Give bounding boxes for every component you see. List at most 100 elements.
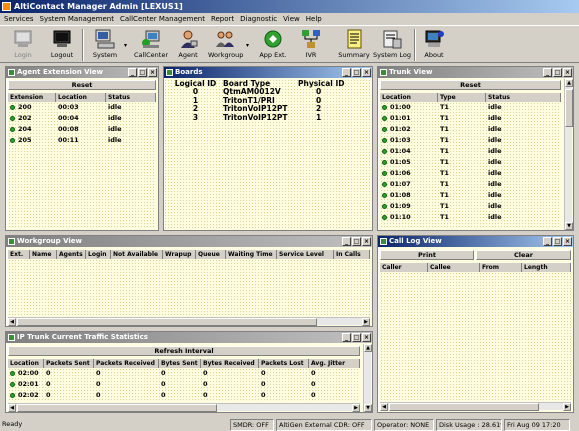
agent-button[interactable]: Agent (174, 27, 202, 63)
minimize-button[interactable]: _ (342, 237, 351, 246)
login-button[interactable]: Login (10, 27, 36, 63)
scroll-down-icon[interactable]: ▼ (364, 404, 372, 412)
system-log-button[interactable]: System Log (373, 27, 411, 63)
scroll-right-icon[interactable]: ▶ (563, 403, 571, 411)
scroll-up-icon[interactable]: ▲ (364, 344, 372, 352)
column-header-agents[interactable]: Agents (57, 250, 86, 259)
scroll-up-icon[interactable]: ▲ (565, 79, 573, 87)
column-header-login[interactable]: Login (86, 250, 111, 259)
close-button[interactable]: × (563, 68, 572, 77)
table-row[interactable]: 02:01 0 0 0 0 0 0 (8, 379, 360, 390)
trunk-reset-button[interactable]: Reset (380, 80, 561, 90)
column-header-packets-lost[interactable]: Packets Lost (259, 359, 309, 368)
table-row[interactable]: 01:08 T1 idle (380, 190, 561, 201)
system-dropdown-icon[interactable]: ▾ (124, 42, 127, 49)
menu-diagnostic[interactable]: Diagnostic (240, 14, 277, 25)
column-header-physical-id[interactable]: Physical ID (298, 79, 368, 88)
table-row[interactable]: 204 00:08 idle (8, 124, 156, 135)
minimize-button[interactable]: _ (342, 68, 351, 77)
column-header-type[interactable]: Type (438, 93, 486, 102)
minimize-button[interactable]: _ (342, 333, 351, 342)
menu-callcenter-management[interactable]: CallCenter Management (120, 14, 205, 25)
column-header-packets-received[interactable]: Packets Received (94, 359, 159, 368)
column-header-ext[interactable]: Ext. (8, 250, 30, 259)
scroll-left-icon[interactable]: ◀ (380, 403, 388, 411)
column-header-extension[interactable]: Extension (8, 93, 56, 102)
logout-button[interactable]: Logout (49, 27, 75, 63)
close-button[interactable]: × (362, 68, 371, 77)
app-ext-button[interactable]: App Ext. (258, 27, 288, 63)
menu-report[interactable]: Report (211, 14, 234, 25)
table-row[interactable]: 01:04 T1 idle (380, 146, 561, 157)
scroll-right-icon[interactable]: ▶ (362, 318, 370, 326)
table-row[interactable]: 01:02 T1 idle (380, 124, 561, 135)
workgroup-titlebar[interactable]: Workgroup View _ □ × (6, 236, 372, 247)
column-header-bytes-received[interactable]: Bytes Received (201, 359, 259, 368)
column-header-caller[interactable]: Caller (380, 263, 428, 272)
workgroup-horizontal-scrollbar[interactable]: ◀ ▶ (8, 317, 370, 326)
workgroup-button[interactable]: Workgroup (208, 27, 243, 63)
column-header-avg-jitter[interactable]: Avg. Jitter (309, 359, 360, 368)
scroll-right-icon[interactable]: ▶ (352, 404, 360, 412)
print-button[interactable]: Print (380, 250, 474, 260)
column-header-name[interactable]: Name (30, 250, 57, 259)
table-row[interactable]: 02:02 0 0 0 0 0 0 (8, 390, 360, 401)
column-header-status[interactable]: Status (486, 93, 561, 102)
trunk-vertical-scrollbar[interactable]: ▲ ▼ (564, 79, 573, 230)
column-header-wrapup[interactable]: Wrapup (163, 250, 196, 259)
scroll-thumb[interactable] (389, 403, 539, 411)
close-button[interactable]: × (563, 237, 572, 246)
minimize-button[interactable]: _ (128, 68, 137, 77)
table-row[interactable]: 01:09 T1 idle (380, 201, 561, 212)
workgroup-dropdown-icon[interactable]: ▾ (246, 42, 249, 49)
table-row[interactable]: 01:01 T1 idle (380, 113, 561, 124)
column-header-packets-sent[interactable]: Packets Sent (44, 359, 94, 368)
menu-system-management[interactable]: System Management (40, 14, 114, 25)
column-header-not-available[interactable]: Not Available (111, 250, 163, 259)
menu-services[interactable]: Services (4, 14, 34, 25)
agent-reset-button[interactable]: Reset (8, 80, 156, 90)
column-header-callee[interactable]: Callee (428, 263, 480, 272)
table-row[interactable]: 02:00 0 0 0 0 0 0 (8, 368, 360, 379)
column-header-bytes-sent[interactable]: Bytes Sent (159, 359, 201, 368)
menu-help[interactable]: Help (306, 14, 322, 25)
scroll-down-icon[interactable]: ▼ (565, 222, 573, 230)
ip-trunk-horizontal-scrollbar[interactable]: ◀ ▶ (8, 403, 360, 412)
column-header-waiting-time[interactable]: Waiting Time (226, 250, 277, 259)
column-header-service-level[interactable]: Service Level (277, 250, 334, 259)
table-row[interactable]: 202 00:04 idle (8, 113, 156, 124)
clear-button[interactable]: Clear (476, 250, 571, 260)
ivr-button[interactable]: IVR (298, 27, 324, 63)
call-log-titlebar[interactable]: Call Log View _ □ × (378, 236, 573, 247)
column-header-in-calls[interactable]: In Calls (334, 250, 370, 259)
column-header-location[interactable]: Location (8, 359, 44, 368)
maximize-button[interactable]: □ (352, 333, 361, 342)
table-row[interactable]: 01:00 T1 idle (380, 102, 561, 113)
table-row[interactable]: 01:06 T1 idle (380, 168, 561, 179)
close-button[interactable]: × (362, 237, 371, 246)
close-button[interactable]: × (148, 68, 157, 77)
table-row[interactable]: 3 TritonVoIP12PT 1 (168, 113, 368, 123)
callcenter-button[interactable]: CallCenter (133, 27, 169, 63)
boards-titlebar[interactable]: Boards _ □ × (164, 67, 372, 78)
column-header-location[interactable]: Location (56, 93, 106, 102)
scroll-thumb[interactable] (17, 404, 217, 412)
table-row[interactable]: 01:07 T1 idle (380, 179, 561, 190)
scroll-thumb[interactable] (17, 318, 317, 326)
column-header-status[interactable]: Status (106, 93, 156, 102)
agent-extension-titlebar[interactable]: Agent Extension View _ □ × (6, 67, 158, 78)
maximize-button[interactable]: □ (352, 237, 361, 246)
column-header-from[interactable]: From (480, 263, 522, 272)
table-row[interactable]: 01:03 T1 idle (380, 135, 561, 146)
table-row[interactable]: 01:05 T1 idle (380, 157, 561, 168)
table-row[interactable]: 01:10 T1 idle (380, 212, 561, 223)
close-button[interactable]: × (362, 333, 371, 342)
ip-trunk-vertical-scrollbar[interactable]: ▲ ▼ (363, 344, 372, 412)
menu-view[interactable]: View (283, 14, 300, 25)
refresh-interval-button[interactable]: Refresh Interval (8, 346, 360, 356)
column-header-length[interactable]: Length (522, 263, 571, 272)
minimize-button[interactable]: _ (543, 68, 552, 77)
call-log-horizontal-scrollbar[interactable]: ◀ ▶ (380, 402, 571, 411)
trunk-titlebar[interactable]: Trunk View _ □ × (378, 67, 573, 78)
system-button[interactable]: System (90, 27, 120, 63)
